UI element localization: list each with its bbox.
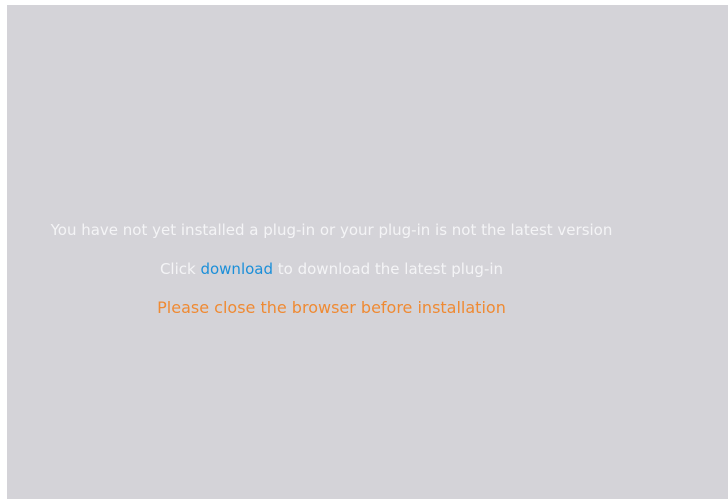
plugin-not-installed-message: You have not yet installed a plug-in or …	[50, 221, 613, 239]
close-browser-warning: Please close the browser before installa…	[157, 298, 506, 317]
download-link[interactable]: download	[200, 260, 273, 278]
plugin-install-panel: You have not yet installed a plug-in or …	[7, 5, 728, 499]
download-instruction: Click download to download the latest pl…	[7, 259, 656, 279]
download-instruction-suffix: to download the latest plug-in	[273, 260, 504, 278]
download-instruction-prefix: Click	[159, 260, 201, 278]
